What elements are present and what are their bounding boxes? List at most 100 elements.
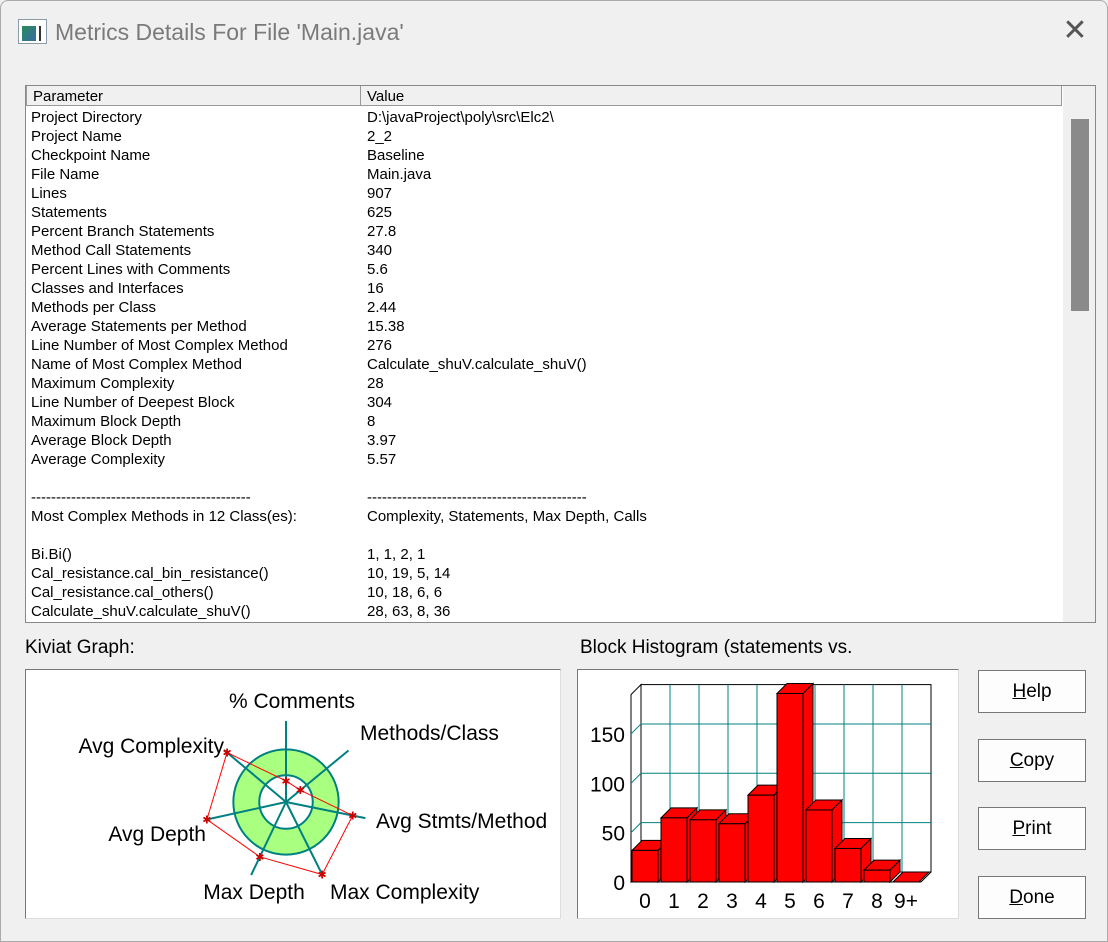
kiviat-axis-label: Max Complexity bbox=[330, 881, 480, 904]
histogram-bar bbox=[689, 819, 717, 883]
x-tick-label: 6 bbox=[813, 890, 825, 913]
histogram-bar bbox=[747, 794, 775, 883]
x-tick-label: 4 bbox=[755, 890, 767, 913]
row-parameter: Maximum Complexity bbox=[31, 375, 175, 392]
x-tick-label: 2 bbox=[697, 890, 709, 913]
row-parameter: Method Call Statements bbox=[31, 242, 192, 259]
row-value: 2.44 bbox=[367, 299, 397, 316]
row-value: ----------------------------------------… bbox=[367, 489, 587, 506]
row-value: Calculate_shuV.calculate_shuV() bbox=[367, 356, 587, 373]
row-value: Baseline bbox=[367, 147, 425, 164]
kiviat-point: ✱ bbox=[318, 869, 327, 881]
help-button[interactable]: Help bbox=[978, 670, 1086, 713]
x-tick-label: 8 bbox=[871, 890, 883, 913]
kiviat-axis-label: Avg Depth bbox=[108, 823, 206, 846]
kiviat-axis-label: Methods/Class bbox=[360, 722, 499, 745]
row-value: 28, 63, 8, 36 bbox=[367, 603, 451, 620]
row-value: 5.57 bbox=[367, 451, 397, 468]
row-value: Complexity, Statements, Max Depth, Calls bbox=[367, 508, 647, 525]
kiviat-point: ✱ bbox=[281, 776, 290, 788]
histogram-bar bbox=[660, 817, 688, 883]
grid-line-diagonal bbox=[630, 772, 642, 784]
row-value: 10, 18, 6, 6 bbox=[367, 584, 443, 601]
row-parameter: Project Name bbox=[31, 128, 122, 145]
done-button[interactable]: Done bbox=[978, 876, 1086, 919]
row-parameter: Average Statements per Method bbox=[31, 318, 247, 335]
x-tick-label: 3 bbox=[726, 890, 738, 913]
row-value: 28 bbox=[367, 375, 384, 392]
row-parameter: Checkpoint Name bbox=[31, 147, 151, 164]
kiviat-point: ✱ bbox=[255, 852, 264, 864]
row-parameter: Name of Most Complex Method bbox=[31, 356, 242, 373]
row-value: 5.6 bbox=[367, 261, 388, 278]
row-parameter: Line Number of Most Complex Method bbox=[31, 337, 288, 354]
row-parameter: Methods per Class bbox=[31, 299, 157, 316]
y-tick-label: 0 bbox=[613, 872, 625, 895]
y-tick-label: 150 bbox=[590, 724, 625, 747]
row-parameter: File Name bbox=[31, 166, 100, 183]
row-parameter: Bi.Bi() bbox=[31, 546, 72, 563]
kiviat-point: ✱ bbox=[202, 815, 211, 827]
row-value: 2_2 bbox=[367, 128, 393, 145]
histogram-bar bbox=[805, 809, 833, 883]
row-value: D:\javaProject\poly\src\Elc2\ bbox=[367, 109, 554, 126]
kiviat-axis-label: Avg Stmts/Method bbox=[376, 810, 547, 833]
row-parameter: Line Number of Deepest Block bbox=[31, 394, 235, 411]
x-tick-label: 7 bbox=[842, 890, 854, 913]
kiviat-point: ✱ bbox=[222, 748, 231, 760]
row-value: 340 bbox=[367, 242, 393, 259]
row-value: 907 bbox=[367, 185, 393, 202]
kiviat-point: ✱ bbox=[296, 785, 305, 797]
kiviat-point: ✱ bbox=[348, 811, 357, 823]
column-header-value[interactable]: Value bbox=[360, 86, 1062, 106]
row-parameter: Statements bbox=[31, 204, 107, 221]
x-tick-label: 1 bbox=[668, 890, 680, 913]
row-value: Main.java bbox=[367, 166, 432, 183]
metrics-table: Parameter Value Project Directory D:\java… bbox=[25, 85, 1096, 623]
close-icon[interactable]: ✕ bbox=[1053, 11, 1097, 51]
row-parameter: Cal_resistance.cal_bin_resistance() bbox=[31, 565, 269, 582]
kiviat-axis-label: % Comments bbox=[229, 690, 355, 713]
metrics-window-icon bbox=[18, 19, 47, 44]
row-parameter: Calculate_shuV.calculate_shuV() bbox=[31, 603, 251, 620]
histogram-bar bbox=[834, 847, 862, 883]
histogram-bar bbox=[863, 869, 891, 883]
scrollbar-thumb[interactable] bbox=[1071, 119, 1089, 311]
histogram-label: Block Histogram (statements vs. bbox=[580, 637, 853, 658]
histogram-bar bbox=[718, 823, 746, 883]
grid-line-diagonal bbox=[630, 822, 642, 834]
row-parameter: Cal_resistance.cal_others() bbox=[31, 584, 214, 601]
y-tick-label: 100 bbox=[590, 773, 625, 796]
row-parameter: ----------------------------------------… bbox=[31, 489, 251, 506]
grid-line-diagonal bbox=[630, 723, 642, 735]
row-value: 8 bbox=[367, 413, 376, 430]
row-parameter: Percent Lines with Comments bbox=[31, 261, 231, 278]
print-button[interactable]: Print bbox=[978, 807, 1086, 850]
histogram-bar bbox=[631, 849, 659, 883]
row-parameter: Most Complex Methods in 12 Class(es): bbox=[31, 508, 297, 525]
row-value: 27.8 bbox=[367, 223, 397, 240]
kiviat-label: Kiviat Graph: bbox=[25, 637, 135, 658]
kiviat-graph: % Comments Methods/Class Avg Stmts/Method M… bbox=[25, 669, 561, 919]
x-tick-label: 9+ bbox=[894, 890, 918, 913]
row-parameter: Maximum Block Depth bbox=[31, 413, 182, 430]
row-value: 10, 19, 5, 14 bbox=[367, 565, 451, 582]
row-parameter: Average Complexity bbox=[31, 451, 165, 468]
window-title: Metrics Details For File 'Main.java' bbox=[55, 19, 404, 45]
row-value: 15.38 bbox=[367, 318, 405, 335]
row-parameter: Lines bbox=[31, 185, 67, 202]
y-tick-label: 50 bbox=[602, 823, 625, 846]
copy-button[interactable]: Copy bbox=[978, 739, 1086, 782]
x-tick-label: 0 bbox=[639, 890, 651, 913]
block-histogram: 0 50 100 150 0 1 2 3 4 5 6 7 8 9+ bbox=[577, 669, 959, 919]
vertical-scrollbar[interactable] bbox=[1063, 86, 1095, 622]
row-parameter: Percent Branch Statements bbox=[31, 223, 215, 240]
metrics-dialog: Metrics Details For File 'Main.java' ✕ P… bbox=[0, 0, 1108, 942]
kiviat-axis-label: Max Depth bbox=[203, 881, 305, 904]
column-header-parameter[interactable]: Parameter bbox=[26, 86, 361, 106]
kiviat-axis-label: Avg Complexity bbox=[78, 735, 224, 758]
row-value: 1, 1, 2, 1 bbox=[367, 546, 426, 563]
row-parameter: Classes and Interfaces bbox=[31, 280, 184, 297]
row-value: 3.97 bbox=[367, 432, 397, 449]
row-parameter: Project Directory bbox=[31, 109, 142, 126]
